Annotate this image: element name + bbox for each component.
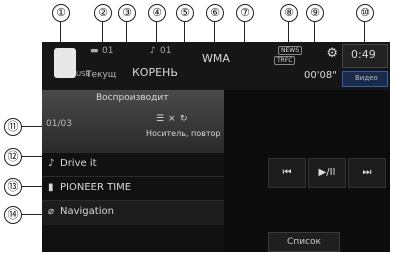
list-item-label: Navigation bbox=[60, 206, 114, 217]
callout-5: ⑤ bbox=[176, 4, 194, 22]
top-bar: USB ▬ 01 ♪ 01 Текущ КОРЕНЬ WMA NEWS TRFC… bbox=[42, 42, 390, 90]
track-list-panel: Воспроизводит 01/03 ☰ ⨯ ↻ Носитель, повт… bbox=[42, 90, 224, 252]
callout-4: ④ bbox=[148, 4, 166, 22]
play-pause-icon: ▶/II bbox=[318, 167, 336, 178]
list-icon: ☰ bbox=[156, 114, 165, 124]
folder-icon: ▬ bbox=[90, 46, 99, 56]
previous-icon: ⏮ bbox=[282, 167, 292, 178]
list-item-label: Drive it bbox=[60, 158, 97, 169]
list-item[interactable]: ⌀ Navigation bbox=[42, 200, 224, 225]
leader-1 bbox=[60, 21, 61, 43]
list-item[interactable]: ▮ PIONEER TIME bbox=[42, 176, 224, 201]
callout-1: ① bbox=[52, 4, 70, 22]
callout-2: ② bbox=[94, 4, 112, 22]
usb-stick-icon[interactable] bbox=[54, 48, 76, 78]
random-icon: ⨯ bbox=[168, 114, 176, 124]
list-item[interactable]: ♪ Drive it bbox=[42, 152, 224, 177]
callout-14: ⑭ bbox=[4, 206, 22, 224]
video-button[interactable]: Видео bbox=[342, 71, 388, 87]
callout-8: ⑧ bbox=[280, 4, 298, 22]
track-number: 01 bbox=[160, 46, 172, 56]
list-button-label: Список bbox=[287, 237, 321, 247]
trfc-badge: TRFC bbox=[274, 56, 296, 65]
now-playing-header: Воспроизводит 01/03 ☰ ⨯ ↻ Носитель, повт… bbox=[42, 90, 224, 152]
format-label: WMA bbox=[202, 52, 230, 65]
callout-10: ⑩ bbox=[356, 4, 374, 22]
gear-icon[interactable]: ⚙ bbox=[326, 46, 338, 61]
leader-10 bbox=[364, 21, 365, 43]
artist-icon: ▮ bbox=[48, 182, 54, 193]
list-button[interactable]: Список bbox=[268, 232, 340, 252]
root-label: КОРЕНЬ bbox=[132, 66, 178, 79]
leader-11 bbox=[21, 126, 43, 127]
audio-screen: USB ▬ 01 ♪ 01 Текущ КОРЕНЬ WMA NEWS TRFC… bbox=[42, 42, 390, 252]
leader-6 bbox=[214, 21, 215, 43]
callout-3: ③ bbox=[118, 4, 136, 22]
leader-4 bbox=[156, 21, 157, 43]
list-item-label: PIONEER TIME bbox=[60, 182, 132, 193]
next-button[interactable]: ⏭ bbox=[348, 158, 386, 188]
callout-6: ⑥ bbox=[206, 4, 224, 22]
leader-2 bbox=[102, 21, 103, 43]
music-note-icon: ♪ bbox=[48, 158, 55, 169]
video-button-label: Видео bbox=[355, 74, 378, 82]
track-position: 01/03 bbox=[46, 119, 72, 129]
folder-number: 01 bbox=[102, 46, 114, 56]
music-note-icon: ♪ bbox=[150, 46, 156, 56]
callout-9: ⑨ bbox=[306, 4, 324, 22]
callout-11: ⑪ bbox=[4, 118, 22, 136]
album-icon: ⌀ bbox=[48, 206, 55, 217]
previous-button[interactable]: ⏮ bbox=[268, 158, 306, 188]
news-badge: NEWS bbox=[278, 46, 303, 55]
repeat-icon: ↻ bbox=[180, 114, 188, 124]
callout-12: ⑫ bbox=[4, 148, 22, 166]
callout-13: ⑬ bbox=[4, 178, 22, 196]
play-pause-button[interactable]: ▶/II bbox=[308, 158, 346, 188]
playing-header: Воспроизводит bbox=[96, 93, 169, 103]
callout-7: ⑦ bbox=[236, 4, 254, 22]
elapsed-time: 00'08" bbox=[304, 70, 337, 81]
clock: 0:49 bbox=[342, 44, 388, 68]
status-text: Носитель, повтор bbox=[146, 129, 221, 138]
next-icon: ⏭ bbox=[362, 167, 372, 178]
clock-time: 0:49 bbox=[351, 48, 376, 61]
mode-label: Текущ bbox=[86, 70, 117, 80]
